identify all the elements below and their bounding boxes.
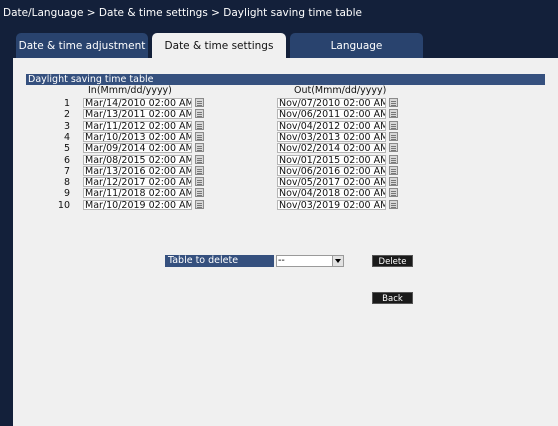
calendar-icon[interactable] xyxy=(195,143,204,152)
calendar-icon[interactable] xyxy=(389,109,398,118)
calendar-icon[interactable] xyxy=(195,132,204,141)
section-title: Daylight saving time table xyxy=(26,74,545,85)
out-date-field[interactable]: Nov/04/2012 02:00 AM xyxy=(277,121,386,131)
column-header-out: Out(Mmm/dd/yyyy) xyxy=(294,85,387,96)
calendar-icon[interactable] xyxy=(389,188,398,197)
in-date-field[interactable]: Mar/08/2015 02:00 AM xyxy=(83,155,192,165)
tab-language[interactable]: Language xyxy=(290,33,423,58)
in-date-field[interactable]: Mar/10/2013 02:00 AM xyxy=(83,132,192,142)
out-date-field[interactable]: Nov/02/2014 02:00 AM xyxy=(277,143,386,153)
row-number: 5 xyxy=(63,143,70,154)
calendar-icon[interactable] xyxy=(195,177,204,186)
calendar-icon[interactable] xyxy=(389,98,398,107)
out-date-field[interactable]: Nov/06/2011 02:00 AM xyxy=(277,109,386,119)
row-number: 2 xyxy=(63,109,70,120)
table-to-delete-label: Table to delete xyxy=(165,255,274,267)
out-date-field[interactable]: Nov/05/2017 02:00 AM xyxy=(277,177,386,187)
row-number: 3 xyxy=(63,121,70,132)
row-number: 9 xyxy=(63,188,70,199)
left-edge-strip xyxy=(0,58,13,426)
calendar-icon[interactable] xyxy=(195,155,204,164)
back-button[interactable]: Back xyxy=(372,292,413,304)
delete-button[interactable]: Delete xyxy=(372,255,413,267)
in-date-field[interactable]: Mar/10/2019 02:00 AM xyxy=(83,200,192,210)
calendar-icon[interactable] xyxy=(195,98,204,107)
out-date-field[interactable]: Nov/04/2018 02:00 AM xyxy=(277,188,386,198)
calendar-icon[interactable] xyxy=(195,121,204,130)
row-number: 1 xyxy=(63,98,70,109)
calendar-icon[interactable] xyxy=(389,200,398,209)
calendar-icon[interactable] xyxy=(389,143,398,152)
calendar-icon[interactable] xyxy=(195,166,204,175)
calendar-icon[interactable] xyxy=(389,177,398,186)
breadcrumb: Date/Language > Date & time settings > D… xyxy=(3,7,362,19)
calendar-icon[interactable] xyxy=(195,109,204,118)
row-number: 10 xyxy=(57,200,70,211)
in-date-field[interactable]: Mar/12/2017 02:00 AM xyxy=(83,177,192,187)
out-date-field[interactable]: Nov/03/2013 02:00 AM xyxy=(277,132,386,142)
in-date-field[interactable]: Mar/09/2014 02:00 AM xyxy=(83,143,192,153)
out-date-field[interactable]: Nov/06/2016 02:00 AM xyxy=(277,166,386,176)
out-date-field[interactable]: Nov/07/2010 02:00 AM xyxy=(277,98,386,108)
calendar-icon[interactable] xyxy=(195,200,204,209)
select-value: -- xyxy=(278,255,285,266)
chevron-down-icon[interactable] xyxy=(332,256,343,266)
calendar-icon[interactable] xyxy=(389,166,398,175)
tab-date-time-settings[interactable]: Date & time settings xyxy=(152,33,286,58)
row-number: 7 xyxy=(63,166,70,177)
in-date-field[interactable]: Mar/13/2016 02:00 AM xyxy=(83,166,192,176)
tab-date-time-adjustment[interactable]: Date & time adjustment xyxy=(16,33,148,58)
out-date-field[interactable]: Nov/03/2019 02:00 AM xyxy=(277,200,386,210)
calendar-icon[interactable] xyxy=(195,188,204,197)
settings-window: Date/Language > Date & time settings > D… xyxy=(0,0,558,426)
table-to-delete-select[interactable]: -- xyxy=(276,255,344,267)
column-header-in: In(Mmm/dd/yyyy) xyxy=(88,85,172,96)
in-date-field[interactable]: Mar/13/2011 02:00 AM xyxy=(83,109,192,119)
in-date-field[interactable]: Mar/14/2010 02:00 AM xyxy=(83,98,192,108)
calendar-icon[interactable] xyxy=(389,121,398,130)
out-date-field[interactable]: Nov/01/2015 02:00 AM xyxy=(277,155,386,165)
row-number: 4 xyxy=(63,132,70,143)
row-number: 6 xyxy=(63,155,70,166)
in-date-field[interactable]: Mar/11/2018 02:00 AM xyxy=(83,188,192,198)
row-number: 8 xyxy=(63,177,70,188)
calendar-icon[interactable] xyxy=(389,132,398,141)
in-date-field[interactable]: Mar/11/2012 02:00 AM xyxy=(83,121,192,131)
calendar-icon[interactable] xyxy=(389,155,398,164)
